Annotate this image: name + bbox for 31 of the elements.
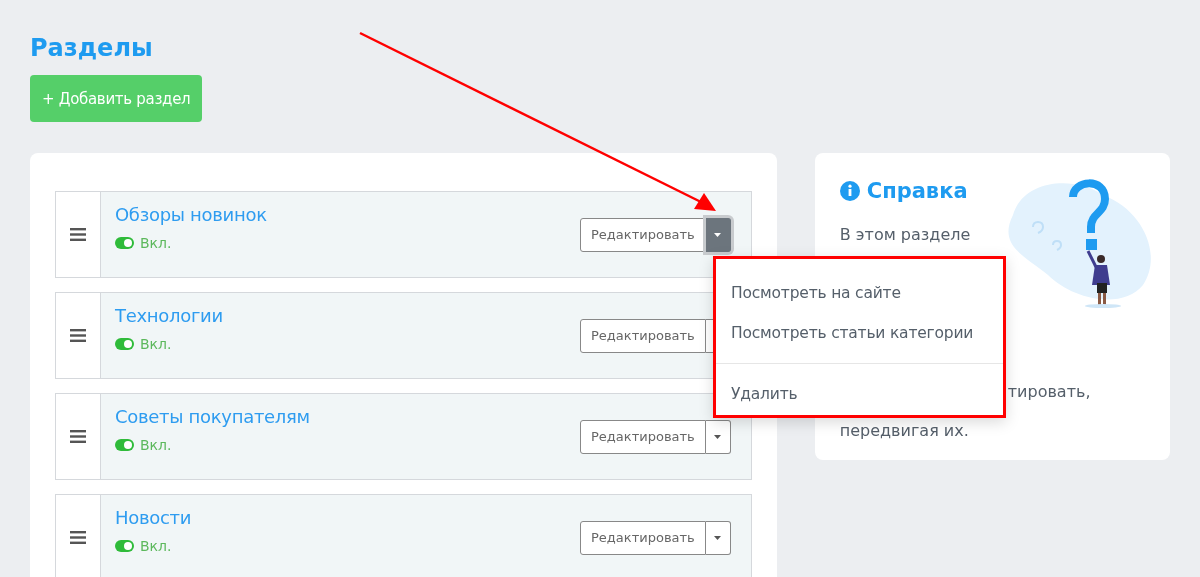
drag-handle-icon[interactable] bbox=[70, 329, 86, 342]
status-label: Вкл. bbox=[140, 235, 172, 251]
status-label: Вкл. bbox=[140, 437, 172, 453]
drag-handle-icon[interactable] bbox=[70, 531, 86, 544]
page-title: Разделы bbox=[30, 33, 154, 64]
menu-item[interactable]: Посмотреть статьи категории bbox=[731, 312, 974, 353]
dropdown-toggle[interactable] bbox=[705, 520, 731, 555]
status-toggle[interactable] bbox=[115, 237, 134, 249]
caret-icon bbox=[714, 535, 722, 540]
help-text: передвигая их. bbox=[839, 421, 969, 440]
drag-handle-icon[interactable] bbox=[70, 228, 86, 241]
help-text: тировать, bbox=[1007, 382, 1091, 401]
drag-handle-icon[interactable] bbox=[70, 430, 86, 443]
dropdown-toggle[interactable] bbox=[705, 419, 731, 454]
caret-icon bbox=[714, 232, 722, 237]
dropdown-toggle[interactable] bbox=[705, 217, 731, 252]
status-toggle[interactable] bbox=[115, 338, 134, 350]
status-label: Вкл. bbox=[140, 538, 172, 554]
status-toggle[interactable] bbox=[115, 439, 134, 451]
info-icon bbox=[839, 181, 860, 201]
help-text: В этом разделе bbox=[839, 225, 971, 244]
edit-button[interactable]: Редактировать bbox=[580, 318, 706, 353]
help-title: Справка bbox=[866, 179, 968, 203]
menu-item[interactable]: Удалить bbox=[731, 373, 798, 414]
edit-button[interactable]: Редактировать bbox=[580, 419, 706, 454]
menu-item[interactable]: Посмотреть на сайте bbox=[731, 272, 901, 313]
caret-icon bbox=[714, 434, 722, 439]
edit-button[interactable]: Редактировать bbox=[580, 217, 706, 252]
edit-button[interactable]: Редактировать bbox=[580, 520, 706, 555]
status-label: Вкл. bbox=[140, 336, 172, 352]
status-toggle[interactable] bbox=[115, 540, 134, 552]
